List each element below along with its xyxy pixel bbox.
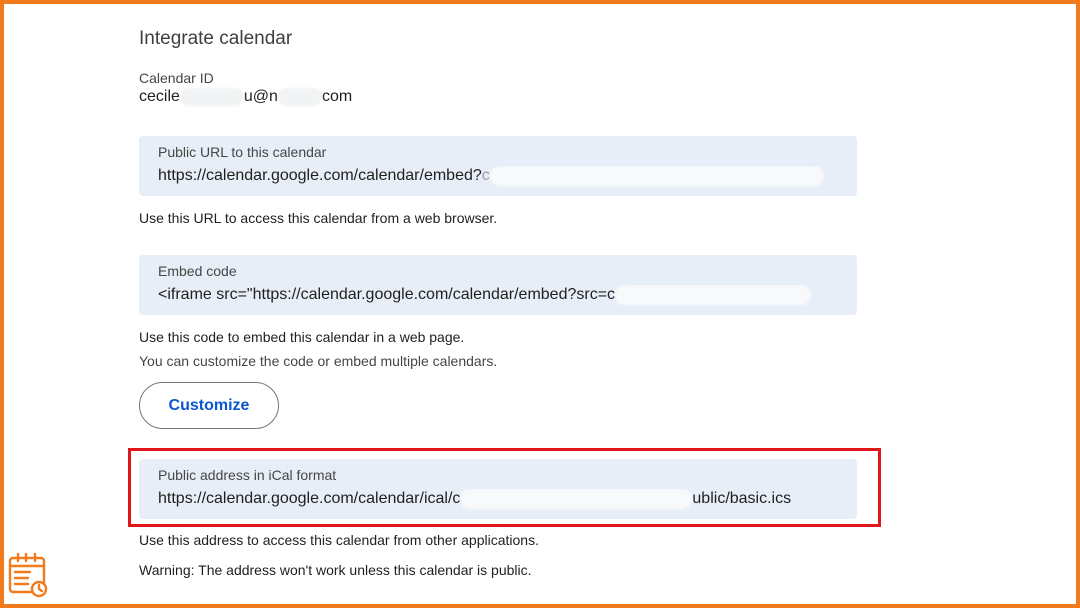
section-title: Integrate calendar: [139, 28, 293, 49]
public-url-helper: Use this URL to access this calendar fro…: [139, 210, 498, 226]
public-url-value[interactable]: https://calendar.google.com/calendar/emb…: [158, 166, 838, 190]
redacted-blur: [277, 88, 322, 106]
calendar-clock-icon: [8, 552, 50, 598]
redacted-blur: [489, 166, 824, 186]
highlight-box: [128, 448, 881, 527]
embed-code-helper-secondary: You can customize the code or embed mult…: [139, 353, 498, 369]
customize-button[interactable]: Customize: [139, 382, 279, 429]
embed-code-text: <iframe src="https://calendar.google.com…: [158, 286, 616, 303]
calendar-id-mid: u@n: [243, 88, 278, 106]
ical-warning: Warning: The address won't work unless t…: [139, 562, 532, 578]
public-url-label: Public URL to this calendar: [158, 144, 327, 160]
public-url-field[interactable]: Public URL to this calendar https://cale…: [139, 136, 857, 196]
embed-code-value[interactable]: <iframe src="https://calendar.google.com…: [158, 285, 838, 309]
calendar-id-label: Calendar ID: [139, 70, 214, 86]
embed-code-label: Embed code: [158, 263, 237, 279]
embed-code-field[interactable]: Embed code <iframe src="https://calendar…: [139, 255, 857, 315]
public-url-tail: c: [481, 167, 490, 184]
calendar-id-prefix: cecile: [139, 88, 180, 106]
redacted-blur: [179, 88, 244, 106]
calendar-id-suffix: com: [321, 88, 353, 106]
public-url-text: https://calendar.google.com/calendar/emb…: [158, 167, 482, 184]
redacted-blur: [615, 285, 812, 305]
calendar-id-value: cecile u@n com: [139, 88, 352, 106]
ical-helper: Use this address to access this calendar…: [139, 532, 539, 548]
embed-code-helper: Use this code to embed this calendar in …: [139, 329, 465, 345]
